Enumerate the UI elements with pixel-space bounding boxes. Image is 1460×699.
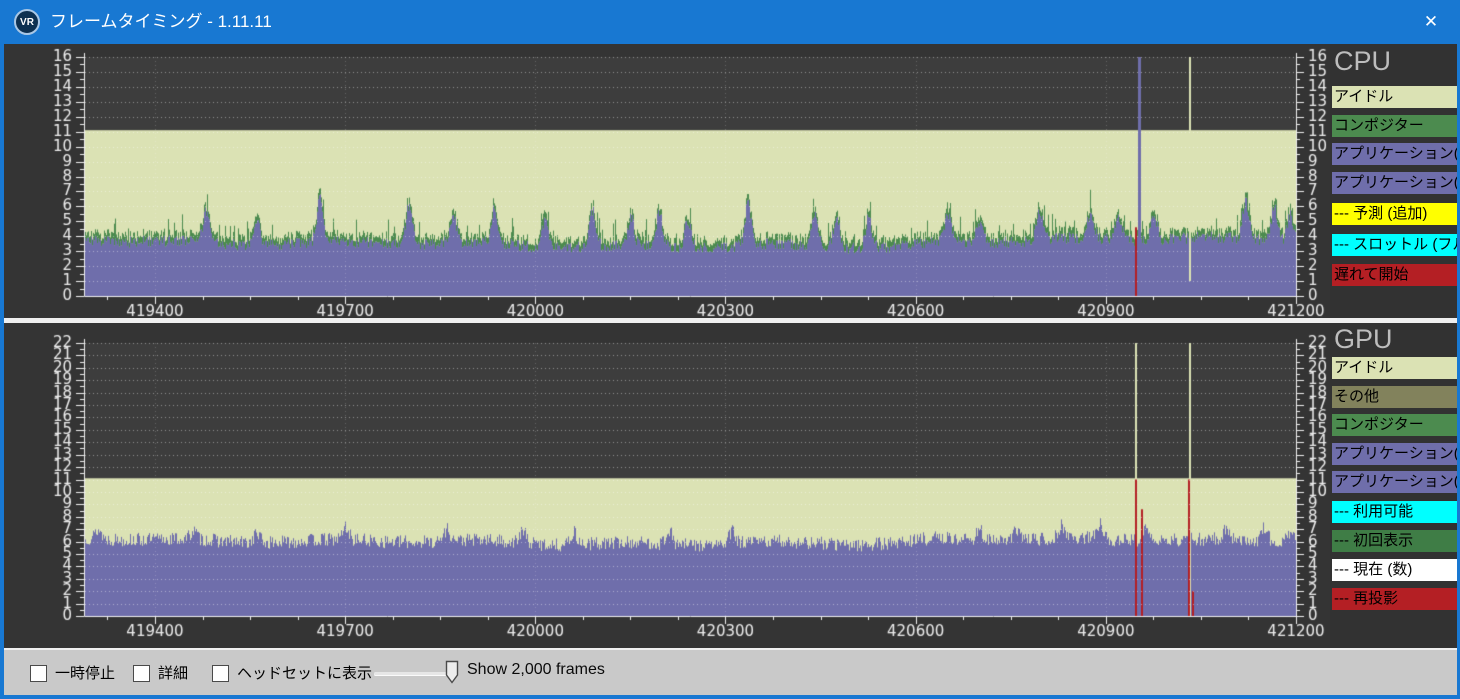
show-frames-label: Show 2,000 frames [467, 661, 605, 678]
frame-timing-window: VR フレームタイミング - 1.11.11 ✕ CPU アイドル コンポジター アプ… [0, 0, 1460, 699]
close-button[interactable]: ✕ [1412, 0, 1450, 44]
legend-gpu-item: --- 現在 (数) [1332, 559, 1457, 581]
title-bar: VR フレームタイミング - 1.11.11 ✕ [0, 0, 1460, 44]
legend-gpu-item: アプリケーション(メイン) [1332, 443, 1457, 465]
legend-panel: CPUアイドルコンポジターアプリケーション(メイン)アプリケーション(背景)--… [1332, 44, 1457, 648]
show-in-headset-checkbox[interactable] [212, 665, 229, 682]
frames-slider[interactable] [374, 672, 448, 675]
cpu-frame-chart [0, 44, 1330, 320]
bottom-toolbar: 一時停止 詳細 ヘッドセットに表示 Show 2,000 frames [0, 648, 1460, 695]
legend-cpu-item: アプリケーション(メイン) [1332, 143, 1457, 165]
gpu-frame-chart [0, 323, 1330, 648]
chart-separator [0, 318, 1460, 323]
pause-checkbox-label: 一時停止 [55, 665, 116, 682]
vr-logo-icon: VR [14, 9, 40, 35]
legend-cpu-item: 遅れて開始 [1332, 264, 1457, 286]
legend-gpu-item: その他 [1332, 386, 1457, 408]
legend-gpu-item: --- 初回表示 [1332, 530, 1457, 552]
close-icon: ✕ [1423, 12, 1439, 31]
legend-gpu-item: コンポジター [1332, 414, 1457, 436]
window-border-left [0, 44, 4, 699]
details-checkbox[interactable] [133, 665, 150, 682]
legend-cpu-item: --- スロットル (フルフレーム) [1332, 234, 1457, 256]
window-title: フレームタイミング - 1.11.11 [50, 12, 272, 31]
pause-checkbox[interactable] [30, 665, 47, 682]
frames-slider-handle[interactable] [445, 660, 459, 684]
details-checkbox-label: 詳細 [158, 665, 189, 682]
legend-cpu-item: アイドル [1332, 86, 1457, 108]
cpu-legend-header: CPU [1334, 46, 1392, 76]
legend-gpu-item: --- 利用可能 [1332, 501, 1457, 523]
legend-gpu-item: アプリケーション(背景) [1332, 471, 1457, 493]
window-border-bottom [0, 695, 1460, 699]
show-in-headset-checkbox-label: ヘッドセットに表示 [237, 665, 373, 682]
gpu-legend-header: GPU [1334, 324, 1393, 354]
legend-cpu-item: --- 予測 (追加) [1332, 203, 1457, 225]
legend-cpu-item: コンポジター [1332, 115, 1457, 137]
legend-cpu-item: アプリケーション(背景) [1332, 172, 1457, 194]
legend-gpu-item: --- 再投影 [1332, 588, 1457, 610]
legend-gpu-item: アイドル [1332, 357, 1457, 379]
